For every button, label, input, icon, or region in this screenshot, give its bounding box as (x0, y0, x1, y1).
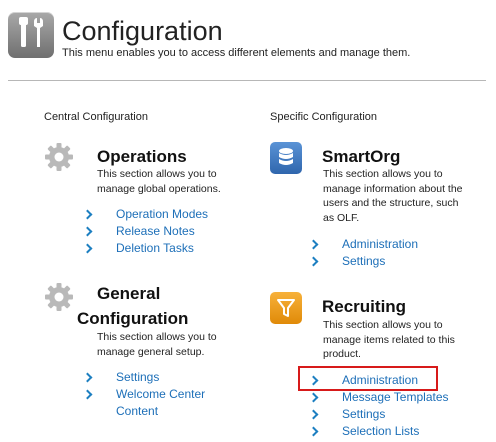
operations-title: Operations (97, 147, 187, 166)
general-title-line1: General (97, 284, 161, 303)
link-smartorg-administration[interactable]: Administration (308, 237, 470, 254)
link-content[interactable]: Content (84, 404, 244, 421)
gear-icon (44, 142, 74, 172)
central-configuration-heading: Central Configuration (44, 111, 148, 123)
funnel-icon (270, 292, 302, 324)
link-recruiting-administration[interactable]: Administration (308, 373, 470, 390)
link-operation-modes[interactable]: Operation Modes (82, 207, 244, 224)
chevron-right-icon (82, 372, 93, 383)
chevron-right-icon (308, 426, 319, 437)
database-icon (270, 142, 302, 174)
operations-description: This section allows you to manage global… (97, 168, 221, 195)
chevron-right-icon (308, 375, 319, 386)
chevron-right-icon (308, 409, 319, 420)
link-welcome-center[interactable]: Welcome Center (82, 387, 244, 404)
recruiting-description: This section allows you to manage items … (323, 319, 455, 360)
chevron-right-icon (82, 243, 93, 254)
link-deletion-tasks[interactable]: Deletion Tasks (82, 241, 244, 258)
page-title: Configuration (62, 16, 223, 46)
link-smartorg-settings[interactable]: Settings (308, 254, 470, 271)
smartorg-title: SmartOrg (322, 147, 401, 166)
link-settings[interactable]: Settings (82, 370, 244, 387)
general-description: This section allows you to manage genera… (97, 331, 217, 358)
header-divider (8, 80, 486, 81)
gear-icon (44, 282, 74, 312)
chevron-right-icon (82, 389, 93, 400)
link-selection-lists[interactable]: Selection Lists (308, 424, 470, 441)
tools-icon (8, 12, 54, 58)
general-title-line2: Configuration (77, 309, 189, 328)
chevron-right-icon (82, 209, 93, 220)
link-recruiting-settings[interactable]: Settings (308, 407, 470, 424)
link-release-notes[interactable]: Release Notes (82, 224, 244, 241)
specific-configuration-heading: Specific Configuration (270, 111, 378, 123)
chevron-right-icon (308, 392, 319, 403)
link-message-templates[interactable]: Message Templates (308, 390, 470, 407)
recruiting-title: Recruiting (322, 297, 407, 316)
chevron-right-icon (308, 239, 319, 250)
chevron-right-icon (308, 256, 319, 267)
chevron-right-icon (82, 226, 93, 237)
smartorg-description: This section allows you to manage inform… (323, 168, 463, 224)
page-description: This menu enables you to access differen… (62, 47, 411, 59)
